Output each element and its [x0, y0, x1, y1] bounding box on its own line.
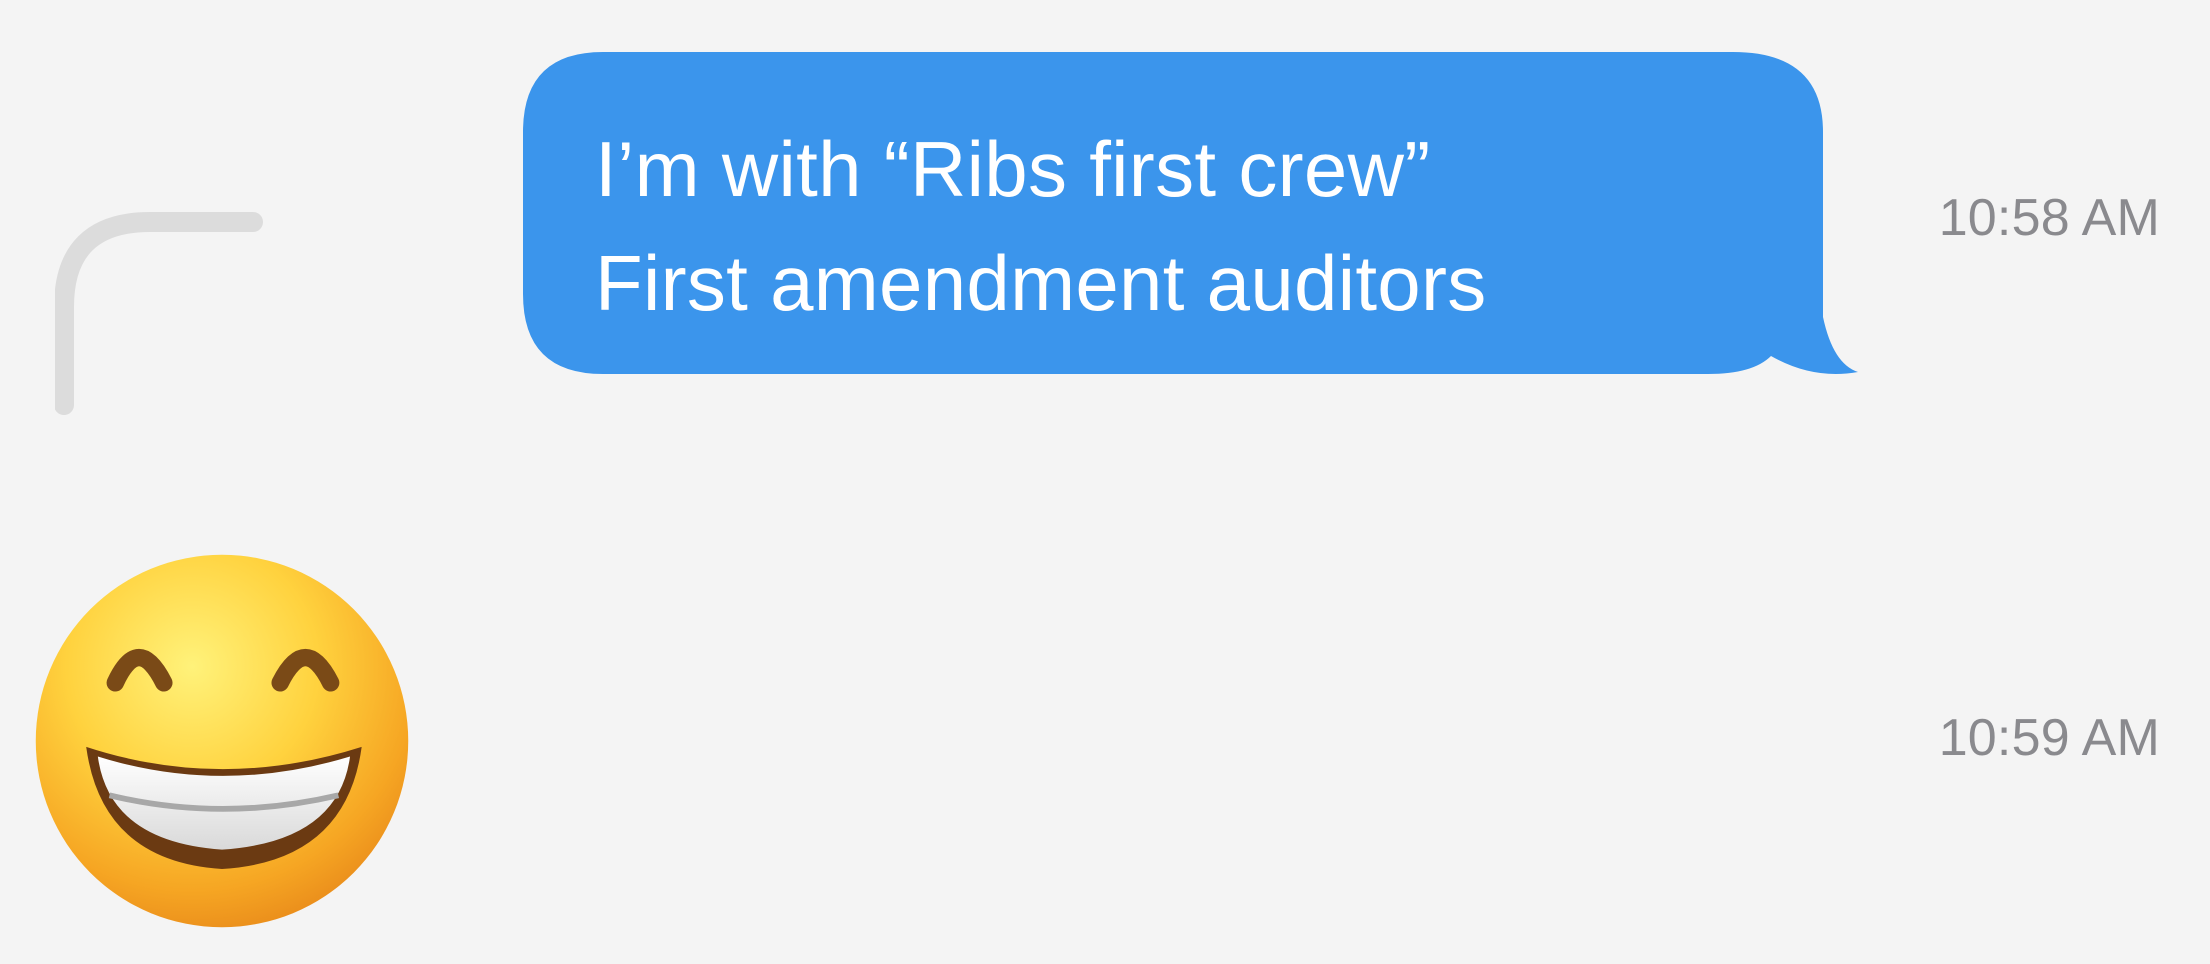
reply-arc-icon	[55, 212, 263, 415]
message-line-1: I’m with “Ribs first crew”	[595, 125, 1431, 213]
message-line-2: First amendment auditors	[595, 239, 1487, 327]
message-timestamp: 10:58 AM	[1938, 189, 2160, 247]
message-timestamp: 10:59 AM	[1938, 709, 2160, 767]
message-text: I’m with “Ribs first crew” First amendme…	[595, 112, 1745, 340]
message-bubble-sent[interactable]: I’m with “Ribs first crew” First amendme…	[523, 52, 1863, 378]
message-thread: I’m with “Ribs first crew” First amendme…	[0, 0, 2210, 964]
beaming-face-icon[interactable]	[28, 547, 416, 935]
